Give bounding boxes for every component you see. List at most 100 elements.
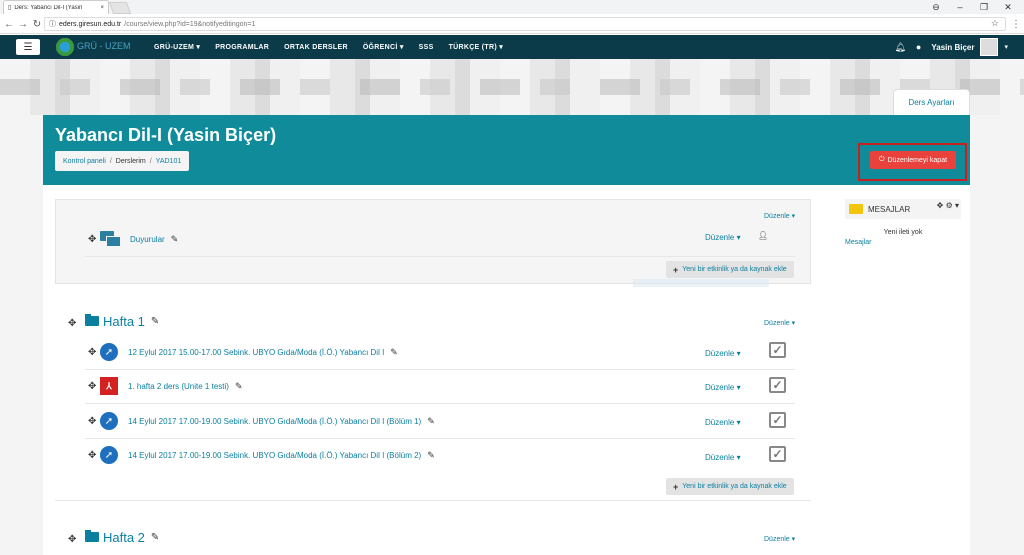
activity-link[interactable]: 1. hafta 2 ders (Unite 1 testi) [128,382,229,391]
user-icon[interactable]: 👤︎ [758,231,768,240]
url-field[interactable]: ⓘ eders.giresun.edu.tr/course/view.php?i… [44,17,1006,31]
divider [85,256,795,257]
activity-link[interactable]: 14 Eylul 2017 17.00-19.00 Sebink. UBYO G… [128,451,421,460]
bell-icon[interactable]: 🔔︎ [894,42,905,53]
compass-icon: ➚ [100,343,118,361]
divider [85,438,795,439]
section-title: Hafta 2 ✎ [85,528,159,546]
site-logo-text[interactable]: GRÜ - UZEM [77,41,131,51]
add-activity-button[interactable]: + Yeni bir etkinlik ya da kaynak ekle [666,261,794,278]
url-path: /course/view.php?id=19&notifyeditingon=1 [124,20,256,28]
power-icon: ⏻ [878,156,885,163]
section-edit-menu[interactable]: Düzenle ▾ [764,212,795,220]
move-icon[interactable]: ✥ [88,381,100,392]
completion-checkbox[interactable]: ✓ [769,446,786,462]
restore-button[interactable]: ❐ [972,0,996,14]
move-icon[interactable]: ✥ [88,234,100,245]
activity-edit-menu[interactable]: Düzenle ▾ [705,383,741,392]
chat-bubble-icon[interactable]: ● [916,42,921,52]
pencil-icon[interactable]: ✎ [235,381,243,392]
section-edit-menu[interactable]: Düzenle ▾ [764,535,795,543]
nav-item-language[interactable]: TÜRKÇE (TR) ▾ [449,43,503,51]
compass-icon: ➚ [100,446,118,464]
user-menu-chevron-icon[interactable]: ▾ [1004,43,1008,51]
browser-tab-title: Ders: Yabancı Dil-I (Yasin [14,4,83,11]
browser-menu-icon[interactable]: ⋮ [1010,14,1022,34]
activity-row: ✥ ➚ 12 Eylul 2017 15.00-17.00 Sebink. UB… [88,337,398,367]
breadcrumb: Kontrol paneli / Derslerim / YAD101 [55,151,190,171]
account-icon[interactable]: ⊖ [924,0,948,14]
nav-item-gru-uzem[interactable]: GRÜ-UZEM ▾ [154,43,200,51]
breadcrumb-separator: / [109,157,112,165]
mail-icon [849,204,863,214]
move-icon[interactable]: ✥ [68,318,80,329]
reload-icon[interactable]: ↻ [30,14,44,34]
info-icon[interactable]: ⓘ [49,19,56,29]
activity-edit-menu[interactable]: Düzenle ▾ [705,233,741,242]
activity-link[interactable]: 14 Eylul 2017 17.00-19.00 Sebink. UBYO G… [128,417,421,426]
avatar[interactable] [980,38,999,56]
site-navbar: ☰ GRÜ - UZEM GRÜ-UZEM ▾ PROGRAMLAR ORTAK… [0,35,1024,59]
nav-item-programlar[interactable]: PROGRAMLAR [215,44,269,51]
block-header: MESAJLAR ✥ ⚙ ▾ [845,199,961,219]
section-title: Hafta 1 ✎ [85,312,159,330]
activity-edit-menu[interactable]: Düzenle ▾ [705,418,741,427]
nav-item-ogrenci[interactable]: ÖĞRENCİ ▾ [363,43,404,51]
breadcrumb-course[interactable]: YAD101 [156,158,182,165]
activity-link[interactable]: Duyurular [130,235,165,244]
back-icon[interactable]: ← [2,14,16,34]
messages-link[interactable]: Mesajlar [845,239,871,246]
close-tab-icon[interactable]: × [100,5,104,11]
divider [55,500,811,501]
pencil-icon[interactable]: ✎ [151,316,159,327]
nav-item-sss[interactable]: SSS [419,44,434,51]
move-icon[interactable]: ✥ [88,347,100,358]
pencil-icon[interactable]: ✎ [171,234,179,245]
new-tab-button[interactable] [108,2,132,14]
activity-edit-menu[interactable]: Düzenle ▾ [705,349,741,358]
breadcrumb-my-courses[interactable]: Derslerim [116,158,146,165]
page-icon: ▯ [8,5,12,11]
close-window-button[interactable]: ✕ [996,0,1020,14]
activity-edit-menu[interactable]: Düzenle ▾ [705,453,741,462]
turn-editing-off-button[interactable]: ⏻ Düzenlemeyi kapat [870,151,956,169]
block-title: MESAJLAR [868,204,911,214]
completion-checkbox[interactable]: ✓ [769,377,786,393]
forward-icon[interactable]: → [16,14,30,34]
header-banner [0,59,1024,115]
folder-icon [85,530,99,542]
right-background [970,115,1024,555]
section-edit-menu[interactable]: Düzenle ▾ [764,319,795,327]
completion-checkbox[interactable]: ✓ [769,342,786,358]
add-activity-button[interactable]: + Yeni bir etkinlik ya da kaynak ekle [666,478,794,495]
move-icon[interactable]: ✥ [88,450,100,461]
drag-ghost [633,279,769,287]
user-name[interactable]: Yasin Biçer [931,43,974,52]
activity-row: ✥ ➚ 14 Eylul 2017 17.00-19.00 Sebink. UB… [88,440,435,470]
course-settings-tab[interactable]: Ders Ayarları [893,89,970,115]
browser-tab[interactable]: ▯ Ders: Yabancı Dil-I (Yasin × [3,0,109,14]
hamburger-menu-icon[interactable]: ☰ [16,39,40,55]
gear-icon[interactable]: ⚙ [946,201,953,210]
move-icon[interactable]: ✥ [68,534,80,545]
activity-row: ✥ ➚ 14 Eylul 2017 17.00-19.00 Sebink. UB… [88,406,435,436]
activity-link[interactable]: 12 Eylul 2017 15.00-17.00 Sebink. UBYO G… [128,348,384,357]
move-icon[interactable]: ✥ [937,201,944,210]
section-title-text[interactable]: Hafta 2 [103,530,145,545]
completion-checkbox[interactable]: ✓ [769,412,786,428]
chevron-down-icon[interactable]: ▾ [955,201,959,210]
site-logo[interactable] [56,38,74,56]
empty-messages-text: Yeni ileti yok [883,229,923,236]
user-area: 🔔︎ ● Yasin Biçer ▾ [894,35,1024,59]
pencil-icon[interactable]: ✎ [151,532,159,543]
section-title-text[interactable]: Hafta 1 [103,314,145,329]
pencil-icon[interactable]: ✎ [427,450,435,461]
minimize-button[interactable]: – [948,0,972,14]
bookmark-star-icon[interactable]: ☆ [991,18,999,29]
move-icon[interactable]: ✥ [88,416,100,427]
pencil-icon[interactable]: ✎ [390,347,398,358]
add-activity-label: Yeni bir etkinlik ya da kaynak ekle [682,483,787,490]
nav-item-ortak-dersler[interactable]: ORTAK DERSLER [284,44,348,51]
breadcrumb-dashboard[interactable]: Kontrol paneli [63,158,106,165]
pencil-icon[interactable]: ✎ [427,416,435,427]
